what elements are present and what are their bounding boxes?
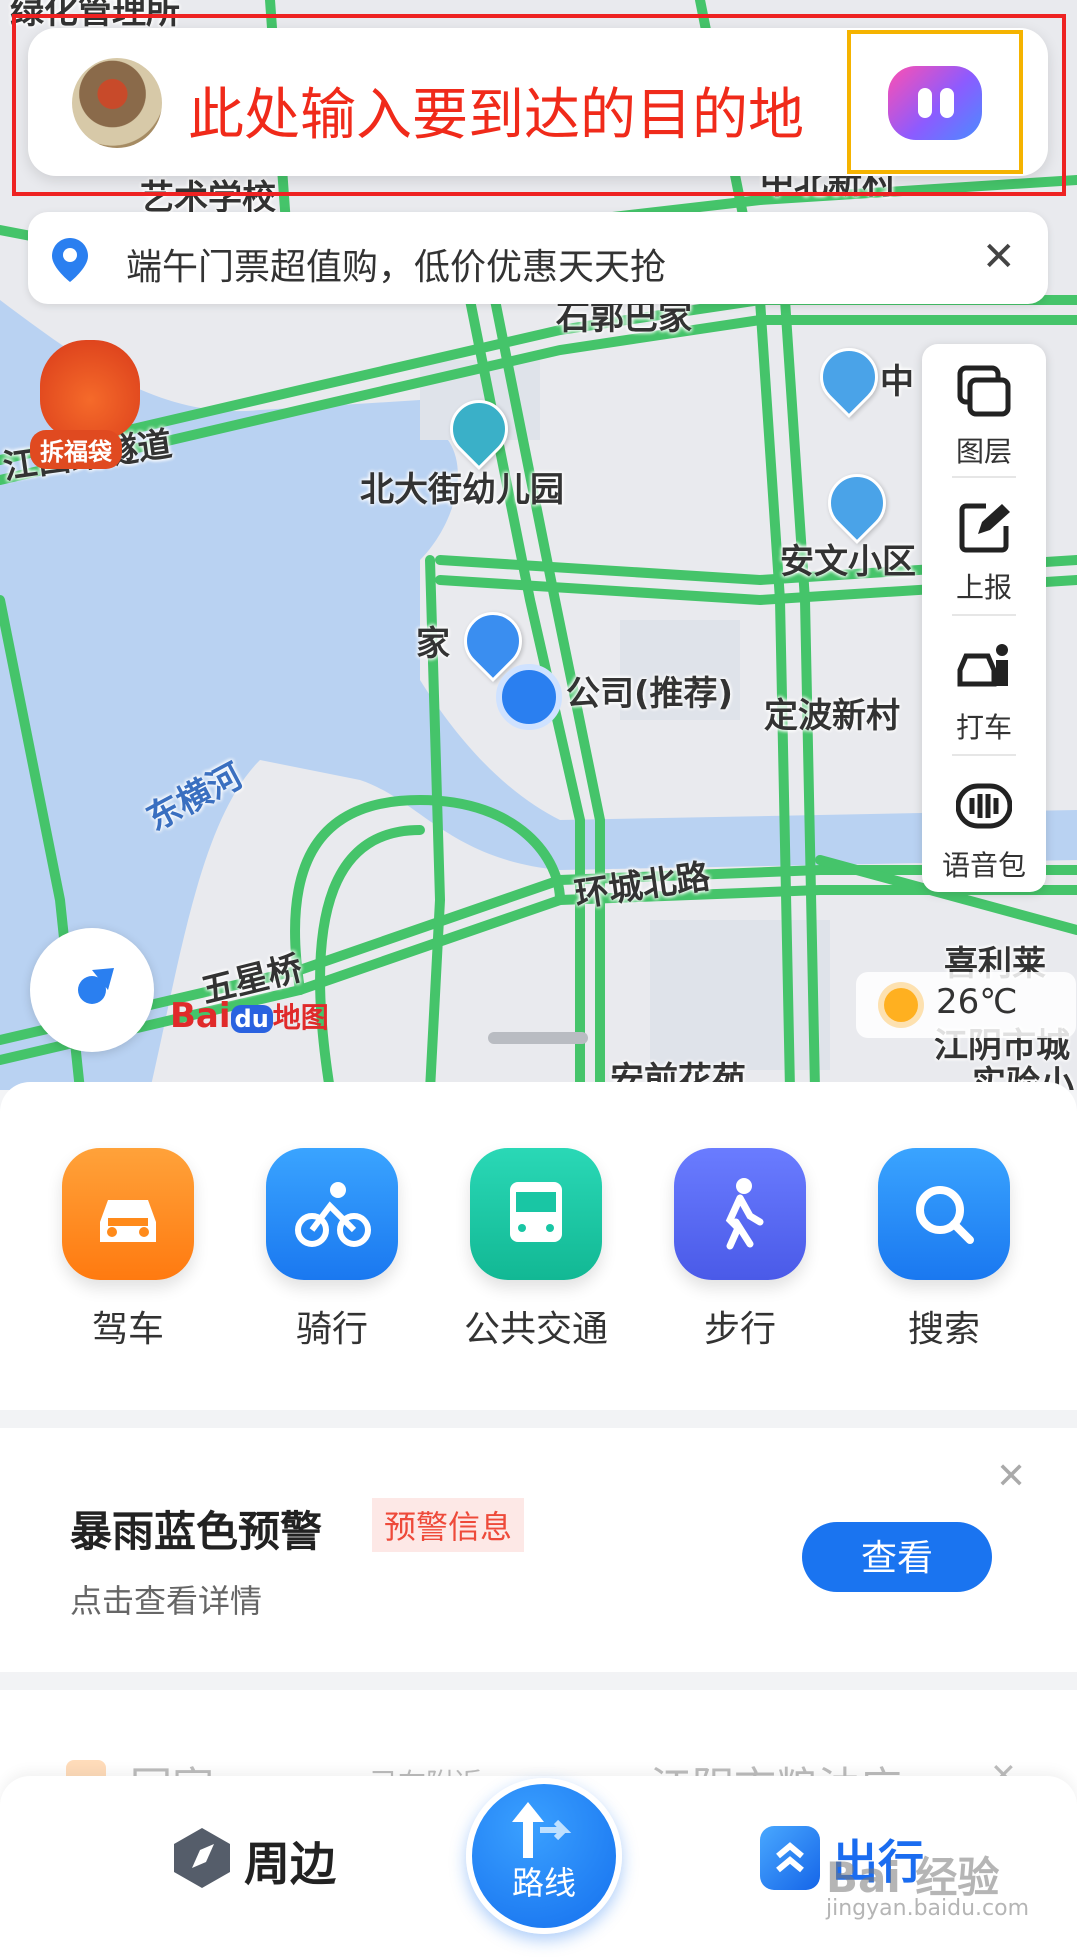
tool-label: 图层 <box>955 435 1012 468</box>
walking-icon <box>674 1148 806 1280</box>
nav-label: 周边 <box>244 1837 336 1891</box>
baidu-map-logo: Bai du 地图 <box>170 996 329 1036</box>
compass-nearby-icon <box>174 1828 230 1888</box>
trip-icon <box>760 1826 820 1890</box>
map-label-zhong: 中 <box>880 362 914 402</box>
mode-label: 步行 <box>703 1309 776 1350</box>
watermark-url: jingyan.baidu.com <box>826 1896 1030 1921</box>
mode-label: 骑行 <box>295 1309 368 1350</box>
car-icon <box>62 1148 194 1280</box>
tool-label: 语音包 <box>941 849 1026 882</box>
mode-label: 驾车 <box>91 1309 164 1350</box>
map-toolbar: 图层 上报 打车 语音包 <box>922 344 1046 892</box>
mode-label: 公共交通 <box>463 1309 608 1350</box>
company-location-icon[interactable] <box>496 664 562 730</box>
warning-title[interactable]: 暴雨蓝色预警 <box>70 1498 322 1559</box>
mode-label: 搜索 <box>907 1309 980 1350</box>
report-button[interactable]: 上报 <box>922 480 1046 620</box>
taxi-icon <box>957 644 1008 687</box>
report-edit-icon <box>959 503 1010 553</box>
layers-icon <box>957 365 1011 417</box>
close-icon[interactable]: ✕ <box>996 1456 1026 1497</box>
route-label: 路线 <box>511 1864 576 1902</box>
lucky-bag-icon[interactable] <box>40 340 140 440</box>
sun-icon <box>884 988 918 1022</box>
mode-walk[interactable]: 步行 <box>660 1148 820 1352</box>
locate-button[interactable] <box>30 928 154 1052</box>
view-button[interactable]: 查看 <box>802 1522 992 1592</box>
map-label-kindergarten: 北大街幼儿园 <box>360 470 564 510</box>
search-icon <box>878 1148 1010 1280</box>
map-label-dingbo: 定波新村 <box>764 696 900 736</box>
divider <box>0 1672 1077 1690</box>
tool-label: 打车 <box>955 711 1012 744</box>
bus-icon <box>470 1148 602 1280</box>
lucky-bag-label[interactable]: 拆福袋 <box>30 430 122 469</box>
close-icon[interactable]: ✕ <box>982 234 1016 280</box>
warning-tag: 预警信息 <box>372 1498 525 1552</box>
mode-drive[interactable]: 驾车 <box>48 1148 208 1352</box>
location-pin-icon <box>52 238 88 282</box>
tool-label: 上报 <box>955 571 1012 604</box>
mode-transit[interactable]: 公共交通 <box>456 1148 616 1352</box>
route-button[interactable] <box>466 1778 622 1934</box>
mode-search[interactable]: 搜索 <box>864 1148 1024 1352</box>
voice-pack-icon <box>956 783 1012 829</box>
route-arrow-icon <box>512 1802 572 1858</box>
map-label-anwen: 安文小区 <box>780 542 916 582</box>
layers-button[interactable]: 图层 <box>922 344 1046 484</box>
mode-cycling[interactable]: 骑行 <box>252 1148 412 1352</box>
weather-temp: 26℃ <box>936 982 1018 1022</box>
warning-subtitle[interactable]: 点击查看详情 <box>70 1576 262 1622</box>
drag-handle[interactable] <box>488 1032 588 1044</box>
divider <box>0 1410 1077 1428</box>
map-label-home: 家 <box>416 624 450 664</box>
search-highlight-box <box>12 14 1066 196</box>
taxi-button[interactable]: 打车 <box>922 620 1046 760</box>
nav-nearby[interactable]: 周边 <box>0 1776 340 1926</box>
map-label-company: 公司(推荐) <box>566 674 734 714</box>
promo-text[interactable]: 端午门票超值购，低价优惠天天抢 <box>126 238 666 290</box>
bicycle-icon <box>266 1148 398 1280</box>
compass-icon <box>78 968 114 1004</box>
voice-pack-button[interactable]: 语音包 <box>922 758 1046 898</box>
